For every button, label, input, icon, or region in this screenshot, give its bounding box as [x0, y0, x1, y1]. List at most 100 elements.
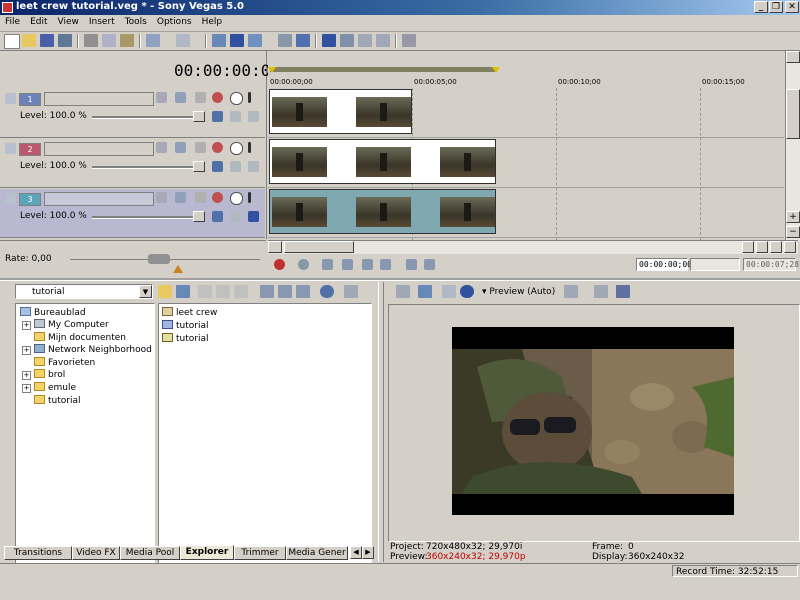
track-name-field[interactable]: [44, 92, 154, 106]
tree-item-desktop[interactable]: Bureaublad: [20, 307, 86, 318]
auto-ripple-icon[interactable]: [212, 34, 226, 47]
move-up-icon[interactable]: [230, 111, 241, 122]
rate-slider-thumb[interactable]: [148, 254, 170, 264]
chevron-down-icon[interactable]: ▼: [139, 285, 152, 298]
expand-track-icon[interactable]: [5, 93, 16, 104]
move-down-icon[interactable]: [248, 111, 259, 122]
tree-item-tutorial[interactable]: tutorial: [34, 395, 80, 406]
file-item[interactable]: tutorial: [162, 320, 208, 331]
level-slider-thumb[interactable]: [193, 161, 205, 172]
preview-fx-icon[interactable]: [442, 285, 456, 298]
track-lane-2[interactable]: [268, 138, 784, 188]
move-down-icon[interactable]: [248, 211, 259, 222]
undo-icon[interactable]: [146, 34, 160, 47]
tree-item-brol[interactable]: brol: [34, 369, 65, 380]
track-fx-icon[interactable]: [212, 161, 223, 172]
add-favorite-icon[interactable]: [234, 285, 248, 298]
path-dropdown[interactable]: tutorial ▼: [15, 284, 153, 299]
loop-playback-icon[interactable]: [298, 259, 309, 270]
scroll-right-button[interactable]: [742, 241, 754, 253]
pause-icon[interactable]: [362, 259, 373, 270]
track-fx-icon[interactable]: [212, 111, 223, 122]
menu-options[interactable]: Options: [152, 15, 197, 27]
delete-icon[interactable]: [216, 285, 230, 298]
fx-icon[interactable]: [175, 142, 186, 153]
tab-video-fx[interactable]: Video FX: [72, 546, 120, 560]
scroll-left-button[interactable]: [268, 241, 282, 253]
scroll-h-thumb[interactable]: [284, 241, 354, 253]
expand-icon[interactable]: +: [22, 346, 31, 355]
scroll-up-button[interactable]: [786, 51, 800, 63]
timeline-horizontal-scrollbar[interactable]: [268, 240, 798, 254]
edit-tool-icon[interactable]: [322, 34, 336, 47]
zoom-out-button[interactable]: −: [786, 226, 800, 238]
selection-start-field[interactable]: [690, 258, 740, 271]
video-clip[interactable]: [269, 139, 496, 184]
h-zoom-in-button[interactable]: [756, 241, 768, 253]
track-header-2[interactable]: 2 Level: 100.0 %: [0, 139, 265, 188]
expand-icon[interactable]: +: [22, 321, 31, 330]
copy-icon[interactable]: [102, 34, 116, 47]
tree-item-emule[interactable]: emule: [34, 382, 76, 393]
track-header-1[interactable]: 1 Level: 100.0 %: [0, 89, 265, 138]
cursor-time-field[interactable]: 00:00:00;00: [636, 258, 692, 271]
quantize-icon[interactable]: [278, 34, 292, 47]
move-up-icon[interactable]: [230, 161, 241, 172]
motion-icon[interactable]: [156, 142, 167, 153]
mute-icon[interactable]: [212, 142, 223, 153]
tab-scroll-left-button[interactable]: ◀: [350, 546, 362, 559]
go-to-start-icon[interactable]: [406, 259, 417, 270]
menu-insert[interactable]: Insert: [84, 15, 120, 27]
track-name-field[interactable]: [44, 192, 154, 206]
envelope-tool-icon[interactable]: [340, 34, 354, 47]
selection-length-field[interactable]: 00:00:07;28: [743, 258, 799, 271]
video-clip[interactable]: [269, 189, 496, 234]
window-divider[interactable]: [0, 278, 800, 281]
solo-icon[interactable]: [230, 192, 243, 205]
time-ruler[interactable]: 00:00:00;00 00:00:05;00 00:00:10;00 00:0…: [268, 75, 784, 89]
expand-track-icon[interactable]: [5, 193, 16, 204]
new-icon[interactable]: [4, 34, 20, 49]
track-menu-icon[interactable]: [248, 192, 251, 203]
menu-help[interactable]: Help: [197, 15, 228, 27]
auto-preview-icon[interactable]: [296, 285, 310, 298]
tree-item-favorites[interactable]: Favorieten: [34, 357, 95, 368]
preview-quality-dropdown[interactable]: ▾ Preview (Auto): [482, 287, 555, 297]
views-icon[interactable]: [344, 285, 358, 298]
menu-edit[interactable]: Edit: [25, 15, 52, 27]
timeline-vertical-scrollbar[interactable]: + −: [785, 51, 800, 241]
compositing-icon[interactable]: [195, 192, 206, 203]
paste-icon[interactable]: [120, 34, 134, 47]
new-folder-icon[interactable]: [198, 285, 212, 298]
timeline[interactable]: [268, 88, 784, 240]
track-name-field[interactable]: [44, 142, 154, 156]
file-item[interactable]: tutorial: [162, 333, 208, 344]
redo-icon[interactable]: [176, 34, 190, 47]
record-icon[interactable]: [274, 259, 285, 270]
expand-icon[interactable]: +: [22, 384, 31, 393]
marker-bar[interactable]: [268, 51, 784, 75]
track-lane-3[interactable]: [268, 188, 784, 238]
tab-trimmer[interactable]: Trimmer: [234, 546, 286, 560]
render-icon[interactable]: [58, 34, 72, 47]
fx-icon[interactable]: [175, 92, 186, 103]
track-menu-icon[interactable]: [248, 142, 251, 153]
track-lane-1[interactable]: [268, 88, 784, 138]
whats-this-help-icon[interactable]: [402, 34, 416, 47]
menu-tools[interactable]: Tools: [120, 15, 152, 27]
tab-explorer[interactable]: Explorer: [180, 545, 234, 560]
file-item[interactable]: leet crew: [162, 307, 217, 318]
level-slider-thumb[interactable]: [193, 211, 205, 222]
lock-envelopes-icon[interactable]: [230, 34, 244, 47]
start-preview-icon[interactable]: [260, 285, 274, 298]
save-icon[interactable]: [40, 34, 54, 47]
overlays-icon[interactable]: [564, 285, 578, 298]
zoom-tool-icon[interactable]: [376, 34, 390, 47]
video-clip[interactable]: [269, 89, 412, 134]
zoom-tool-button[interactable]: [784, 241, 796, 253]
tab-scroll-right-button[interactable]: ▶: [362, 546, 374, 559]
open-icon[interactable]: [22, 34, 36, 47]
play-from-start-icon[interactable]: [322, 259, 333, 270]
solo-icon[interactable]: [230, 92, 243, 105]
h-zoom-out-button[interactable]: [770, 241, 782, 253]
